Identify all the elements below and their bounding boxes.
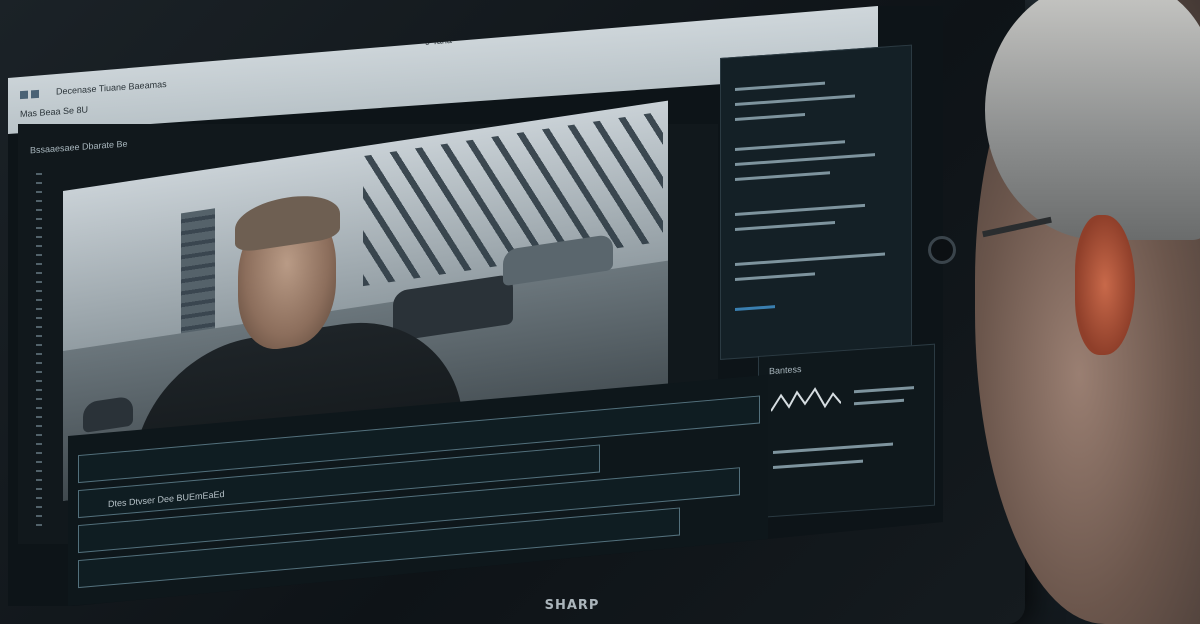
toolbar-menu-text[interactable]: Decenase Tiuane Baeamas <box>56 79 167 97</box>
toolbar-center-label: 9 Tana <box>425 34 452 47</box>
bridge-tower <box>181 208 215 344</box>
waveform-scope: Bantess <box>758 343 935 518</box>
toolbar-row-text: Mas Beaa Se 8U <box>20 104 89 120</box>
side-ruler <box>36 166 42 526</box>
undo-icon[interactable] <box>20 90 28 99</box>
toolbar-title: I.M 34.M <box>20 62 56 76</box>
save-icon[interactable] <box>80 62 89 71</box>
redo-icon[interactable] <box>31 89 39 99</box>
webcam-icon <box>928 236 956 264</box>
properties-panel <box>720 44 912 361</box>
video-editor-screen: I.M 34.M 9 Tana Decenase Tiuane Baeamas … <box>8 6 943 606</box>
scope-label: Bantess <box>769 363 802 377</box>
waveform-graph <box>771 387 841 412</box>
monitor: I.M 34.M 9 Tana Decenase Tiuane Baeamas … <box>0 0 1025 624</box>
monitor-brand: SHARP <box>544 598 600 613</box>
folder-icon[interactable] <box>69 62 78 72</box>
viewer-ear <box>1075 215 1135 355</box>
